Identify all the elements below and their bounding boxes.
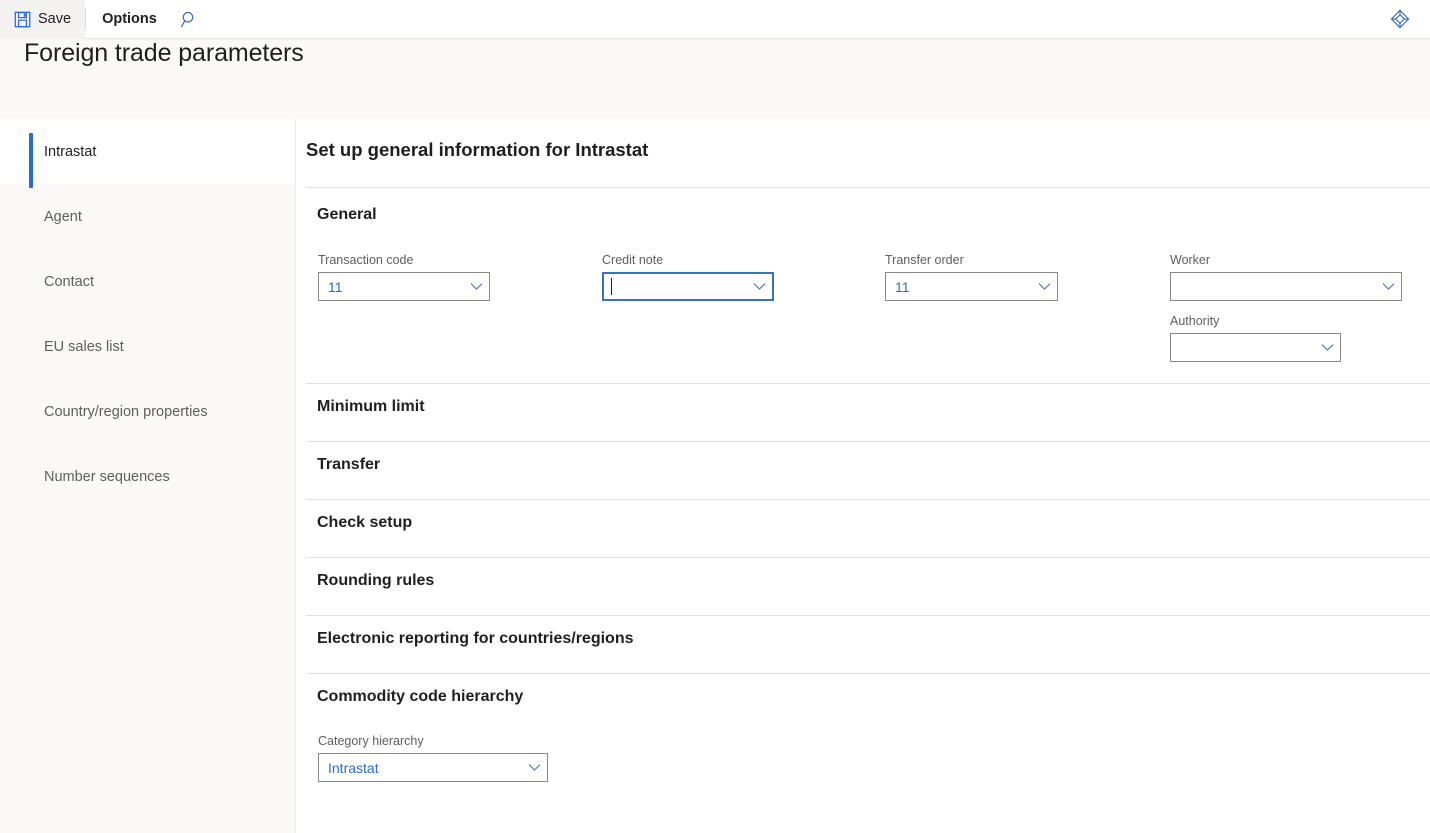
chevron-down-icon[interactable] [746, 282, 772, 291]
field-label: Credit note [602, 253, 664, 267]
sidebar-item-agent[interactable]: Agent [0, 184, 295, 249]
credit-note-combobox[interactable] [602, 272, 774, 301]
sidebar-item-label: Country/region properties [44, 403, 208, 420]
field-transfer-order: Transfer order 11 [885, 253, 1058, 301]
field-label: Category hierarchy [318, 734, 424, 748]
transfer-order-combobox[interactable]: 11 [885, 272, 1058, 301]
transaction-code-combobox[interactable]: 11 [318, 272, 490, 301]
sidebar-item-label: Number sequences [44, 468, 170, 485]
chevron-down-icon[interactable] [1031, 282, 1057, 291]
sidebar-item-intrastat[interactable]: Intrastat [0, 119, 295, 188]
field-category-hierarchy: Category hierarchy Intrastat [318, 734, 548, 782]
content-heading: Set up general information for Intrastat [306, 139, 649, 160]
field-authority: Authority [1170, 314, 1341, 362]
app-badge-button[interactable] [1378, 0, 1422, 39]
save-button[interactable]: Save [0, 0, 86, 39]
field-label: Worker [1170, 253, 1211, 267]
section-header-electronic-reporting[interactable]: Electronic reporting for countries/regio… [317, 630, 634, 648]
section-header-commodity-code-hierarchy[interactable]: Commodity code hierarchy [317, 688, 523, 706]
sidebar-item-country-region-properties[interactable]: Country/region properties [0, 379, 295, 444]
sidebar-item-eu-sales-list[interactable]: EU sales list [0, 314, 295, 379]
command-toolbar: Save Options [0, 0, 1430, 39]
options-button[interactable]: Options [86, 0, 173, 39]
transfer-order-value[interactable]: 11 [886, 279, 1031, 295]
transaction-code-value[interactable]: 11 [319, 279, 463, 295]
diamond-rhombus-icon [1389, 8, 1411, 30]
worker-combobox[interactable] [1170, 272, 1402, 301]
divider-minimum-limit [306, 383, 1430, 384]
sidebar-item-number-sequences[interactable]: Number sequences [0, 444, 295, 509]
field-label: Transfer order [885, 253, 964, 267]
sidebar-item-label: Agent [44, 208, 82, 225]
category-hierarchy-value[interactable]: Intrastat [319, 760, 521, 776]
section-header-rounding-rules[interactable]: Rounding rules [317, 572, 434, 590]
sidebar-item-label: Contact [44, 273, 94, 290]
divider-rounding-rules [306, 557, 1430, 558]
chevron-down-icon[interactable] [1314, 343, 1340, 352]
save-floppy-icon [14, 11, 31, 28]
authority-combobox[interactable] [1170, 333, 1341, 362]
sidebar-item-label: Intrastat [44, 143, 97, 160]
search-button[interactable] [173, 0, 207, 39]
selection-indicator-bar [29, 133, 33, 188]
field-worker: Worker [1170, 253, 1402, 301]
chevron-down-icon[interactable] [521, 763, 547, 772]
save-label: Save [38, 11, 72, 27]
page-title: Foreign trade parameters [24, 39, 304, 67]
section-header-general[interactable]: General [317, 206, 377, 224]
sidebar-item-label: EU sales list [44, 338, 124, 355]
content-pane: Set up general information for Intrastat… [296, 119, 1430, 833]
section-header-transfer[interactable]: Transfer [317, 456, 380, 474]
field-credit-note: Credit note [602, 253, 774, 301]
divider-commodity-code-hierarchy [306, 673, 1430, 674]
divider-transfer [306, 441, 1430, 442]
sidebar-nav: Intrastat Agent Contact EU sales list Co… [0, 119, 296, 833]
section-header-minimum-limit[interactable]: Minimum limit [317, 398, 425, 416]
section-header-check-setup[interactable]: Check setup [317, 514, 412, 532]
divider-check-setup [306, 499, 1430, 500]
text-cursor [611, 278, 612, 295]
sidebar-item-contact[interactable]: Contact [0, 249, 295, 314]
divider-below-heading [306, 187, 1430, 188]
field-label: Transaction code [318, 253, 414, 267]
divider-electronic-reporting [306, 615, 1430, 616]
field-label: Authority [1170, 314, 1220, 328]
chevron-down-icon[interactable] [1375, 282, 1401, 291]
category-hierarchy-combobox[interactable]: Intrastat [318, 753, 548, 782]
search-icon [180, 10, 199, 29]
chevron-down-icon[interactable] [463, 282, 489, 291]
field-transaction-code: Transaction code 11 [318, 253, 490, 301]
